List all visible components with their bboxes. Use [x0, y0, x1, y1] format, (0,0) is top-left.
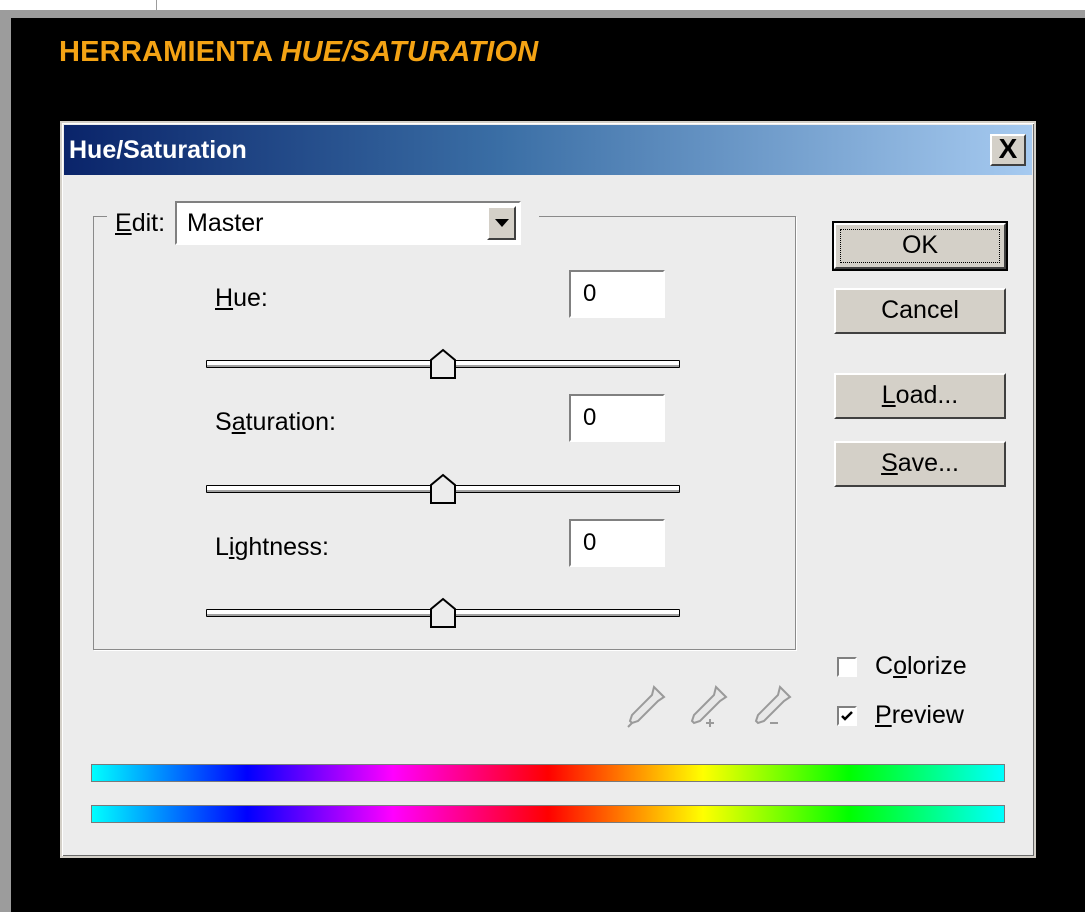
load-button-label: Load... — [881, 381, 959, 409]
colorize-checkbox[interactable] — [837, 656, 857, 677]
input-color-bar — [91, 764, 1005, 782]
eyedropper-plus-icon[interactable] — [686, 683, 730, 729]
slider-thumb-icon[interactable] — [429, 348, 457, 380]
preview-row[interactable]: Preview — [837, 701, 964, 730]
frame-edge — [156, 0, 157, 10]
close-icon: X — [998, 133, 1018, 164]
dialog-titlebar[interactable]: Hue/Saturation X — [64, 125, 1032, 175]
colorize-label: Colorize — [875, 652, 967, 680]
hue-slider[interactable] — [206, 348, 680, 382]
adjustment-group — [93, 216, 796, 650]
slider-thumb-icon[interactable] — [429, 473, 457, 505]
hue-input[interactable]: 0 — [569, 270, 665, 318]
cancel-button[interactable]: Cancel — [834, 288, 1006, 334]
colorize-row[interactable]: Colorize — [837, 652, 967, 681]
save-button-label: Save... — [881, 449, 959, 477]
lightness-label: Lightness: — [215, 533, 329, 561]
lightness-input[interactable]: 0 — [569, 519, 665, 567]
hue-label: Hue: — [215, 284, 268, 312]
cancel-button-label: Cancel — [881, 296, 959, 324]
load-button[interactable]: Load... — [834, 373, 1006, 419]
edit-row: Edit: Master — [107, 201, 540, 245]
saturation-label: Saturation: — [215, 408, 336, 436]
save-button[interactable]: Save... — [834, 441, 1006, 487]
dialog-title: Hue/Saturation — [69, 136, 247, 164]
lightness-slider[interactable] — [206, 597, 680, 631]
page-heading: HERRAMIENTA HUE/SATURATION — [59, 36, 538, 69]
close-button[interactable]: X — [990, 134, 1026, 166]
hue-saturation-dialog: Hue/Saturation X Edit: Master Hue: 0 Sat… — [60, 121, 1036, 858]
slider-thumb-icon[interactable] — [429, 597, 457, 629]
eyedropper-minus-icon[interactable] — [750, 683, 794, 729]
ok-button[interactable]: OK — [832, 221, 1008, 271]
saturation-input[interactable]: 0 — [569, 394, 665, 442]
edit-select-value: Master — [187, 209, 264, 237]
heading-italic: HUE/SATURATION — [280, 36, 539, 68]
focus-ring — [840, 229, 1000, 263]
edit-select[interactable]: Master — [175, 201, 522, 245]
preview-label: Preview — [875, 701, 964, 729]
preview-checkbox[interactable] — [837, 705, 857, 726]
output-color-bar — [91, 805, 1005, 823]
eyedropper-icon[interactable] — [624, 683, 668, 729]
edit-label: Edit: — [115, 208, 166, 237]
chevron-down-icon[interactable] — [487, 206, 517, 240]
heading-main: HERRAMIENTA — [59, 36, 281, 68]
saturation-slider[interactable] — [206, 473, 680, 507]
